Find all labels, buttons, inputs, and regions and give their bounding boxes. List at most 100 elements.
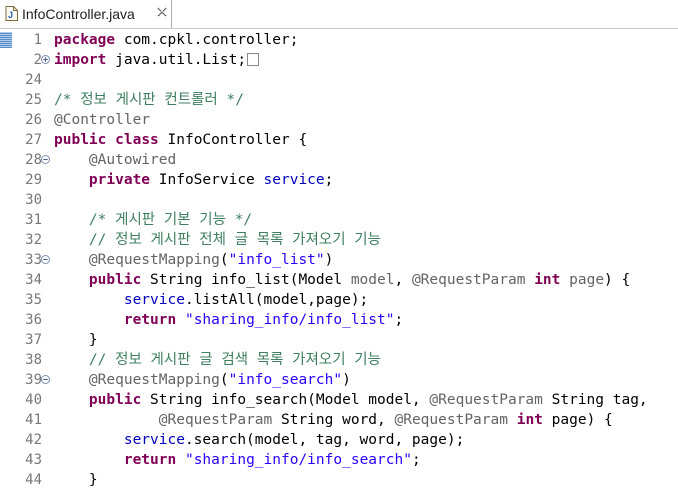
code-line[interactable]: 38 // 정보 게시판 글 검색 목록 가져오기 기능 (0, 350, 678, 370)
code-token: model (350, 272, 395, 288)
code-line[interactable]: 2 import java.util.List; (0, 50, 678, 70)
code-token: com.cpkl.controller; (115, 32, 299, 48)
code-line[interactable]: 35 service.listAll(model,page); (0, 290, 678, 310)
code-line[interactable]: 40 public String info_search(Model model… (0, 390, 678, 410)
code-line[interactable]: 44 } (0, 470, 678, 490)
code-token: */ (225, 212, 253, 228)
code-line[interactable]: 29 private InfoService service; (0, 170, 678, 190)
code-line[interactable]: 42 service.search(model, tag, word, page… (0, 430, 678, 450)
code-token: String tag, (542, 392, 648, 408)
code-text: } (54, 330, 98, 350)
fold-collapse-icon[interactable] (41, 375, 50, 384)
line-number: 35 (25, 292, 42, 308)
code-line[interactable]: 39 @RequestMapping("info_search") (0, 370, 678, 390)
code-token: ) (324, 252, 334, 268)
code-token: "info_search" (228, 372, 343, 388)
code-token: package (54, 32, 116, 48)
code-text: public String info_list(Model model, @Re… (54, 270, 630, 290)
code-line[interactable]: 33 @RequestMapping("info_list") (0, 250, 678, 270)
code-token: ( (219, 372, 229, 388)
code-token: // (88, 232, 116, 248)
line-number: 37 (25, 332, 42, 348)
editor-tab[interactable]: J InfoController.java (0, 0, 172, 28)
line-number: 27 (25, 132, 42, 148)
close-icon[interactable] (156, 6, 168, 18)
editor-tab-bar: J InfoController.java (0, 0, 678, 29)
code-token: int (516, 412, 543, 428)
code-token: */ (217, 92, 244, 108)
code-token: InfoService (150, 172, 264, 188)
code-line[interactable]: 1 package com.cpkl.controller; (0, 30, 678, 50)
fold-expand-icon[interactable] (41, 55, 50, 64)
code-line[interactable]: 26 @Controller (0, 110, 678, 130)
code-token: @Autowired (88, 152, 177, 168)
code-line[interactable]: 25 /* 정보 게시판 컨트롤러 */ (0, 90, 678, 110)
code-token: String info_list(Model (141, 272, 351, 288)
code-token: 정보 게시판 컨트롤러 (80, 92, 218, 108)
code-token: String word, (272, 412, 395, 428)
code-line[interactable]: 43 return "sharing_info/info_search"; (0, 450, 678, 470)
code-line[interactable]: 41 @RequestParam String word, @RequestPa… (0, 410, 678, 430)
code-token: service (123, 432, 185, 448)
code-token: page) { (542, 412, 613, 428)
line-number: 32 (25, 232, 42, 248)
code-token: public (88, 392, 142, 408)
code-line[interactable]: 31 /* 게시판 기본 기능 */ (0, 210, 678, 230)
code-text: /* 게시판 기본 기능 */ (54, 210, 252, 230)
code-line[interactable]: 24 (0, 70, 678, 90)
line-number: 1 (33, 32, 42, 48)
code-line[interactable]: 27 public class InfoController { (0, 130, 678, 150)
code-token: InfoController { (158, 132, 308, 148)
collapsed-imports-icon[interactable] (247, 53, 260, 66)
line-number: 44 (25, 472, 42, 488)
line-number: 38 (25, 352, 42, 368)
line-number: 36 (25, 312, 42, 328)
code-token: ) { (604, 272, 631, 288)
code-line[interactable]: 30 (0, 190, 678, 210)
code-line[interactable]: 34 public String info_list(Model model, … (0, 270, 678, 290)
fold-collapse-icon[interactable] (41, 255, 50, 264)
code-token: String info_search(Model model, (141, 392, 430, 408)
svg-text:J: J (8, 10, 13, 20)
code-token: int (534, 272, 561, 288)
code-token: ) (342, 372, 351, 388)
code-line[interactable]: 36 return "sharing_info/info_list"; (0, 310, 678, 330)
code-text: // 정보 게시판 글 검색 목록 가져오기 기능 (54, 350, 381, 370)
code-token: service (263, 172, 325, 188)
code-line[interactable]: 37 } (0, 330, 678, 350)
code-text: public String info_search(Model model, @… (54, 390, 648, 410)
code-text: return "sharing_info/info_search"; (54, 450, 421, 470)
code-text: @RequestMapping("info_search") (54, 370, 351, 390)
line-number: 41 (25, 412, 42, 428)
code-line[interactable]: 32 // 정보 게시판 전체 글 목록 가져오기 기능 (0, 230, 678, 250)
line-number: 26 (25, 112, 42, 128)
code-text: } (54, 470, 98, 490)
code-token: .search(model, tag, word, page); (184, 432, 465, 448)
code-line[interactable]: 28 @Autowired (0, 150, 678, 170)
code-token: .listAll(model,page); (184, 292, 369, 308)
editor-tab-title: InfoController.java (22, 6, 135, 22)
line-number: 28 (25, 152, 42, 168)
line-number: 39 (25, 372, 42, 388)
code-editor[interactable]: 1 package com.cpkl.controller; 2 import jav… (0, 29, 678, 495)
code-text: package com.cpkl.controller; (54, 30, 298, 50)
code-token: // (88, 352, 116, 368)
code-token: , (394, 272, 412, 288)
code-text: public class InfoController { (54, 130, 307, 150)
code-text: service.listAll(model,page); (54, 290, 368, 310)
code-token: ; (324, 172, 334, 188)
fold-collapse-icon[interactable] (41, 155, 50, 164)
